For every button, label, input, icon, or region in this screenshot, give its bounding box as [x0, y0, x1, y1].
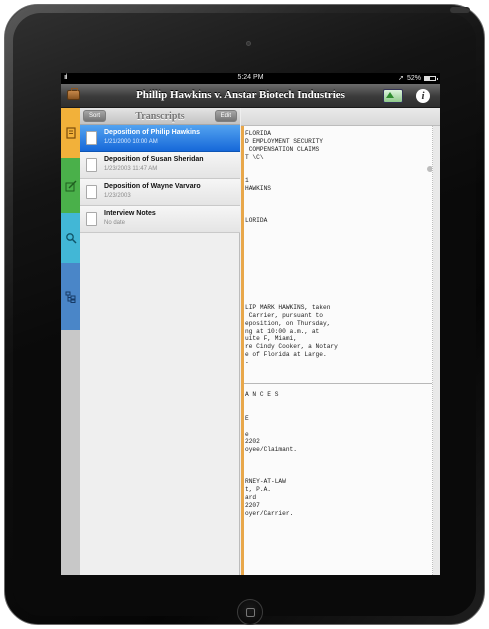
transcript-line: D EMPLOYMENT SECURITY — [245, 137, 323, 145]
tab-annotations[interactable] — [61, 158, 80, 213]
transcript-line: oyee/Claimant. — [245, 446, 297, 454]
battery-icon — [424, 75, 438, 81]
transcript-line: e — [245, 430, 249, 438]
transcript-line: A N C E S — [245, 391, 279, 398]
item-date: 1/23/2003 11:47 AM — [104, 166, 158, 172]
battery-percentage: 52% — [406, 74, 421, 82]
transcript-line: 1 — [245, 177, 249, 185]
edit-button[interactable]: Edit — [214, 110, 237, 122]
transcript-page[interactable]: FLORIDA D EMPLOYMENT SECURITY COMPENSATIO… — [241, 126, 433, 575]
transcript-line: 2207 — [245, 501, 260, 509]
home-square-icon — [246, 608, 255, 617]
list-item[interactable]: Deposition of Philip Hawkins 1/21/2000 1… — [80, 125, 240, 152]
item-date: 1/21/2000 10:00 AM — [104, 139, 158, 145]
document-icon — [86, 185, 97, 199]
info-icon[interactable]: i — [416, 89, 430, 103]
transcript-line: oyer/Carrier. — [245, 509, 294, 517]
battery-area: ➚ 52% — [398, 74, 438, 82]
scroll-indicator[interactable] — [427, 166, 432, 172]
tab-strip-empty — [61, 330, 80, 575]
item-title: Deposition of Philip Hawkins — [104, 129, 201, 136]
document-icon — [86, 131, 97, 145]
item-title: Interview Notes — [104, 210, 156, 217]
case-title: Phillip Hawkins v. Anstar Biotech Indust… — [136, 89, 345, 101]
transcript-line: 2202 — [245, 438, 260, 446]
camera-icon — [246, 41, 251, 46]
transcript-line: t, P.A. — [245, 485, 271, 493]
monitor-icon[interactable] — [383, 89, 403, 103]
transcript-line: ard — [245, 493, 257, 501]
pencil-icon — [65, 180, 76, 191]
list-item[interactable]: Deposition of Wayne Varvaro 1/23/2003 — [80, 179, 240, 206]
transcript-line: LIP MARK HAWKINS, taken — [245, 303, 331, 311]
transcript-line: e of Florida at Large. — [245, 351, 327, 359]
status-bar: ııl 5:24 PM ➚ 52% — [61, 73, 440, 84]
app-screen: ııl 5:24 PM ➚ 52% Phillip Hawkins v. Ans… — [61, 73, 440, 575]
search-icon — [65, 233, 77, 244]
item-date: No date — [104, 220, 126, 226]
location-arrow-icon: ➚ — [398, 75, 404, 82]
transcripts-panel: Sort Transcripts Edit Deposition of Phil… — [80, 108, 240, 575]
tab-search[interactable] — [61, 213, 80, 263]
status-time: 5:24 PM — [237, 74, 264, 81]
tab-transcripts[interactable] — [61, 108, 80, 158]
transcript-line: - — [245, 359, 249, 367]
transcript-line: E — [245, 414, 249, 422]
transcript-line: HAWKINS — [245, 185, 271, 193]
transcript-line: FLORIDA — [245, 130, 271, 137]
item-date: 1/23/2003 — [104, 193, 131, 199]
tab-outline[interactable] — [61, 263, 80, 330]
document-icon — [86, 158, 97, 172]
transcript-list: Deposition of Philip Hawkins 1/21/2000 1… — [80, 125, 240, 233]
list-item[interactable]: Interview Notes No date — [80, 206, 240, 233]
sort-button[interactable]: Sort — [83, 110, 107, 122]
margin-rule — [241, 126, 244, 575]
home-button[interactable] — [237, 599, 263, 625]
transcript-line: LORIDA — [245, 216, 268, 224]
panel-title: Transcripts — [135, 111, 185, 122]
sleep-button — [450, 7, 470, 13]
transcript-line: T \C\ — [245, 153, 264, 161]
sidebar-tab-strip — [61, 108, 80, 575]
briefcase-icon[interactable] — [67, 88, 80, 100]
list-item[interactable]: Deposition of Susan Sheridan 1/23/2003 1… — [80, 152, 240, 179]
item-title: Deposition of Susan Sheridan — [104, 156, 204, 163]
transcript-line: eposition, on Thursday, — [245, 319, 331, 327]
transcript-line: COMPENSATION CLAIMS — [245, 145, 320, 153]
tree-icon — [65, 291, 75, 303]
document-icon — [65, 127, 76, 139]
page-divider — [241, 383, 432, 384]
transcript-viewer[interactable]: FLORIDA D EMPLOYMENT SECURITY COMPENSATIO… — [241, 108, 440, 575]
viewer-header — [241, 108, 440, 126]
transcript-line: ng at 10:00 a.m., at — [245, 327, 320, 335]
transcript-line: re Cindy Cooker, a Notary — [245, 343, 338, 351]
item-title: Deposition of Wayne Varvaro — [104, 183, 201, 190]
transcript-line: uite F, Miami, — [245, 335, 297, 343]
transcript-line: Carrier, pursuant to — [245, 311, 323, 319]
navigation-bar: Phillip Hawkins v. Anstar Biotech Indust… — [61, 84, 440, 108]
panel-header: Sort Transcripts Edit — [80, 108, 240, 125]
document-icon — [86, 212, 97, 226]
transcript-line: RNEY-AT-LAW — [245, 477, 286, 485]
